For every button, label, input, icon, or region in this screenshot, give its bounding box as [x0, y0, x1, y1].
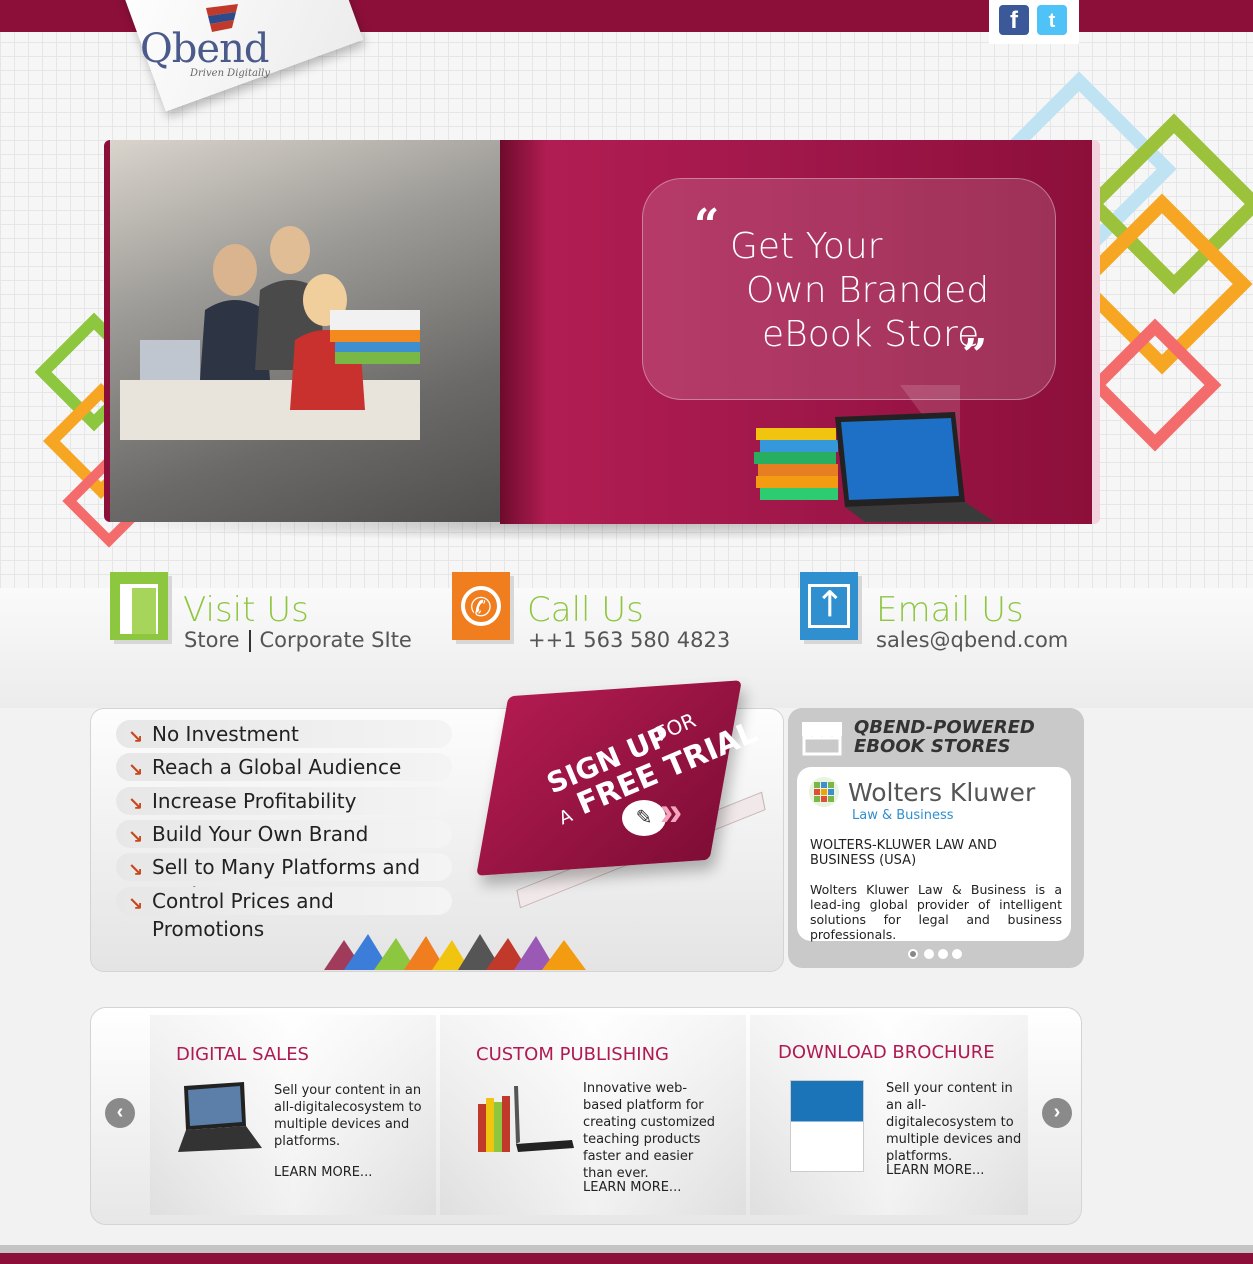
stores-title: QBEND-POWERED EBOOK STORES: [854, 717, 1035, 757]
store-link[interactable]: Store: [184, 628, 240, 652]
arrow-down-right-icon: ↘: [128, 860, 144, 881]
learn-more-link[interactable]: LEARN MORE...: [274, 1165, 372, 1180]
separator: [248, 630, 251, 652]
tablet-icon: [178, 1082, 262, 1152]
email-icon: ↗: [800, 572, 858, 640]
brochure-thumbnail: [790, 1080, 864, 1172]
hero-line-1: Get Your: [730, 226, 883, 267]
arrow-down-right-icon: ↘: [128, 794, 144, 815]
feature-item: ↘Sell to Many Platforms and Devices: [116, 853, 452, 907]
twitter-icon[interactable]: t: [1037, 5, 1067, 35]
wolters-kluwer-logo-icon: [809, 777, 839, 807]
feature-item: ↘ Build Your Own Brand: [116, 820, 452, 848]
visit-us-title: Visit Us: [183, 590, 309, 630]
learn-more-link[interactable]: LEARN MORE...: [583, 1180, 681, 1195]
store-caption: WOLTERS-KLUWER LAW AND BUSINESS (USA): [810, 838, 997, 868]
arrow-right-icon: »: [660, 790, 683, 834]
close-quote-icon: ”: [962, 330, 988, 381]
email-address[interactable]: sales@qbend.com: [876, 628, 1068, 652]
phone-icon: ✆: [452, 572, 510, 640]
brand-sub: Law & Business: [852, 808, 954, 823]
service-title[interactable]: CUSTOM PUBLISHING: [476, 1044, 669, 1065]
visit-us-links: Store Corporate SIte: [184, 628, 412, 652]
service-title[interactable]: DOWNLOAD BROCHURE: [778, 1042, 995, 1063]
carousel-dot-active[interactable]: [908, 949, 918, 959]
logo[interactable]: Qbend: [140, 26, 269, 72]
arrow-down-right-icon: ↘: [128, 727, 144, 748]
carousel-dot[interactable]: [938, 949, 948, 959]
books-row-icon: [324, 934, 586, 970]
feature-item: ↘ Control Prices and Promotions: [116, 887, 452, 941]
service-text: Sell your content in an all-digitalecosy…: [886, 1081, 1022, 1164]
arrow-down-right-icon: ↘: [128, 894, 144, 915]
service-title[interactable]: DIGITAL SALES: [176, 1044, 309, 1065]
feature-item: ↘ No Investment: [116, 720, 452, 748]
carousel-dot[interactable]: [924, 949, 934, 959]
arrow-down-right-icon: ↘: [128, 827, 144, 848]
door-icon: [110, 572, 168, 640]
service-text: Sell your content in an all-digitalecosy…: [274, 1083, 422, 1149]
brand-name: Wolters Kluwer: [848, 778, 1036, 807]
books-laptop-icon: [478, 1086, 574, 1152]
call-us-title: Call Us: [527, 590, 644, 630]
students-photo-icon: [120, 226, 420, 440]
laptop-icon: [835, 412, 995, 522]
store-description: Wolters Kluwer Law & Business is a lead-…: [810, 882, 1062, 942]
prev-arrow-button[interactable]: ‹: [105, 1098, 135, 1128]
next-arrow-button[interactable]: ›: [1042, 1098, 1072, 1128]
social-links: f t: [989, 0, 1079, 44]
logo-tagline: Driven Digitally: [190, 68, 271, 79]
email-us-title: Email Us: [876, 590, 1024, 630]
hero-line-3: eBook Store: [762, 314, 980, 355]
feature-item: ↘ Reach a Global Audience: [116, 753, 452, 781]
corporate-site-link[interactable]: Corporate SIte: [260, 628, 412, 652]
service-text: Innovative web-based platform for creati…: [583, 1081, 716, 1181]
facebook-icon[interactable]: f: [999, 5, 1029, 35]
phone-number[interactable]: ++1 563 580 4823: [528, 628, 730, 652]
learn-more-link[interactable]: LEARN MORE...: [886, 1163, 984, 1178]
carousel-dot[interactable]: [952, 949, 962, 959]
footer-strip: [0, 1245, 1253, 1264]
storefront-icon: [802, 722, 842, 756]
open-quote-icon: “: [694, 200, 720, 251]
hero-line-2: Own Branded: [746, 270, 990, 311]
feature-item: ↘ Increase Profitability: [116, 787, 452, 815]
arrow-down-right-icon: ↘: [128, 760, 144, 781]
